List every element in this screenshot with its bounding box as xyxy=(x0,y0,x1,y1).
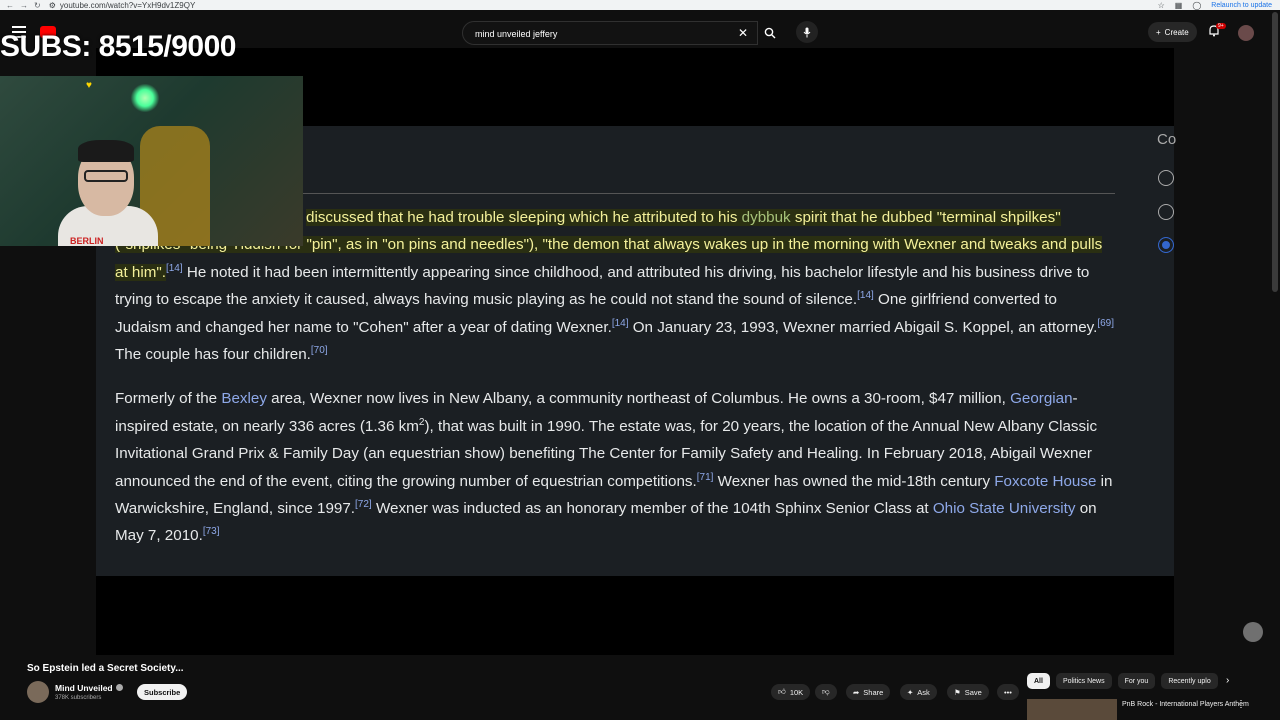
create-label: Create xyxy=(1164,27,1189,37)
radio-option-3[interactable] xyxy=(1158,237,1174,253)
save-label: Save xyxy=(964,687,982,697)
more-icon: ••• xyxy=(1004,687,1012,697)
bookmark-save-icon: ⚑ xyxy=(954,687,961,697)
radio-option-2[interactable] xyxy=(1158,204,1174,220)
bookmark-icon[interactable]: ☆ xyxy=(1158,1,1165,10)
recommendation-title[interactable]: PnB Rock - International Players Anthem xyxy=(1122,701,1249,708)
relaunch-button[interactable]: Relaunch to update xyxy=(1211,2,1272,9)
webcam-overlay: ♥ BERLIN xyxy=(0,76,303,246)
subscribe-button[interactable]: Subscribe xyxy=(137,684,188,700)
microphone-icon xyxy=(803,27,811,37)
side-panel-label: Co xyxy=(1157,131,1177,148)
chip-all[interactable]: All xyxy=(1027,673,1050,689)
article-divider xyxy=(302,193,1115,194)
channel-watermark-icon[interactable] xyxy=(1243,622,1263,642)
thumbs-up-icon: 👍︎ xyxy=(778,687,786,696)
chip-recently-uploaded[interactable]: Recently uplo xyxy=(1161,673,1218,689)
citation-14c[interactable]: [14] xyxy=(612,318,629,329)
forward-icon[interactable]: → xyxy=(20,1,28,10)
back-icon[interactable]: ← xyxy=(6,1,14,10)
subscriber-count: 378K subscribers xyxy=(55,695,102,701)
heart-sign: ♥ xyxy=(86,80,92,91)
extensions-icon[interactable]: ▦ xyxy=(1175,1,1183,10)
search-icon xyxy=(764,27,776,39)
profile-icon[interactable]: ◯ xyxy=(1192,1,1201,10)
address-bar[interactable]: ⚙ youtube.com/watch?v=YxH9dv1Z9QY xyxy=(49,1,196,10)
voice-search-button[interactable] xyxy=(796,21,818,43)
foxcote-house-link[interactable]: Foxcote House xyxy=(994,473,1096,490)
lamp xyxy=(130,84,160,112)
url-text[interactable]: youtube.com/watch?v=YxH9dv1Z9QY xyxy=(60,1,195,10)
reload-icon[interactable]: ↻ xyxy=(34,1,41,10)
recommendation-menu-icon[interactable]: ⋮ xyxy=(1236,699,1246,710)
article-text: Formerly of the xyxy=(115,390,222,408)
share-icon: ➦ xyxy=(853,687,860,697)
citation-71[interactable]: [71] xyxy=(697,472,714,483)
dislike-button[interactable]: 👎︎ xyxy=(815,684,837,700)
chip-politics-news[interactable]: Politics News xyxy=(1055,673,1112,689)
citation-69[interactable]: [69] xyxy=(1097,318,1114,329)
article-text: On January 23, 1993, Wexner married Abig… xyxy=(628,318,1098,336)
citation-72[interactable]: [72] xyxy=(355,499,372,510)
save-button[interactable]: ⚑ Save xyxy=(947,684,989,700)
highlighted-text: discussed that he had trouble sleeping w… xyxy=(306,209,742,226)
video-info-bar: So Epstein led a Secret Society... Mind … xyxy=(0,655,1280,720)
clear-search-icon[interactable]: ✕ xyxy=(738,26,748,40)
like-count: 10K xyxy=(789,687,804,697)
article-text: Wexner has owned the mid-18th century xyxy=(713,472,995,490)
citation-73[interactable]: [73] xyxy=(203,526,220,537)
plus-icon: + xyxy=(1156,27,1161,37)
share-button[interactable]: ➦ Share xyxy=(846,684,891,700)
radio-option-1[interactable] xyxy=(1158,170,1174,186)
article-text: Wexner was inducted as an honorary membe… xyxy=(371,500,933,518)
citation-70[interactable]: [70] xyxy=(311,345,328,356)
georgian-link[interactable]: Georgian xyxy=(1010,390,1072,407)
browser-toolbar: ← → ↻ ⚙ youtube.com/watch?v=YxH9dv1Z9QY … xyxy=(0,0,1280,10)
browser-nav: ← → ↻ xyxy=(0,1,41,10)
ask-button[interactable]: ✦ Ask xyxy=(900,684,937,700)
recommendation-thumbnail[interactable] xyxy=(1027,699,1117,720)
citation-14[interactable]: [14] xyxy=(166,263,183,274)
chevron-right-icon[interactable]: › xyxy=(1226,675,1229,686)
sparkle-icon: ✦ xyxy=(907,687,914,697)
chip-for-you[interactable]: For you xyxy=(1117,673,1156,689)
filter-chips: All Politics News For you Recently uplo xyxy=(1027,673,1218,689)
account-avatar[interactable] xyxy=(1238,25,1254,41)
scrollbar[interactable] xyxy=(1272,12,1278,292)
shirt-text: BERLIN xyxy=(70,236,104,246)
dybbuk-link[interactable]: dybbuk xyxy=(741,209,791,226)
video-title: So Epstein led a Secret Society... xyxy=(27,663,184,674)
search-button[interactable] xyxy=(758,21,782,45)
ask-label: Ask xyxy=(917,687,930,697)
article-text: The couple has four children. xyxy=(115,346,311,364)
article-paragraph-2: Formerly of the Bexley area, Wexner now … xyxy=(115,385,1115,549)
ohio-state-link[interactable]: Ohio State University xyxy=(933,500,1076,517)
streamer xyxy=(48,136,168,246)
create-button[interactable]: + Create xyxy=(1148,22,1197,42)
article-text: area, Wexner now lives in New Albany, a … xyxy=(266,390,1011,408)
thumbs-down-icon: 👎︎ xyxy=(822,687,830,696)
glasses xyxy=(84,170,128,182)
like-button[interactable]: 👍︎ 10K xyxy=(771,684,811,700)
search-input[interactable]: mind unveiled jeffery xyxy=(462,21,758,45)
site-info-icon[interactable]: ⚙ xyxy=(49,1,56,10)
hair xyxy=(78,140,134,162)
subscriber-goal-overlay: SUBS: 8515/9000 xyxy=(0,30,237,63)
channel-name[interactable]: Mind Unveiled xyxy=(55,683,123,693)
notification-badge: 9+ xyxy=(1216,23,1226,29)
channel-name-text[interactable]: Mind Unveiled xyxy=(55,683,113,693)
verified-icon xyxy=(115,684,123,691)
share-label: Share xyxy=(863,687,884,697)
bexley-link[interactable]: Bexley xyxy=(221,390,267,407)
wiki-article-text: discussed that he had trouble sleeping w… xyxy=(115,204,1115,567)
channel-avatar[interactable] xyxy=(27,681,49,703)
citation-14b[interactable]: [14] xyxy=(857,290,874,301)
more-actions-button[interactable]: ••• xyxy=(997,684,1019,700)
